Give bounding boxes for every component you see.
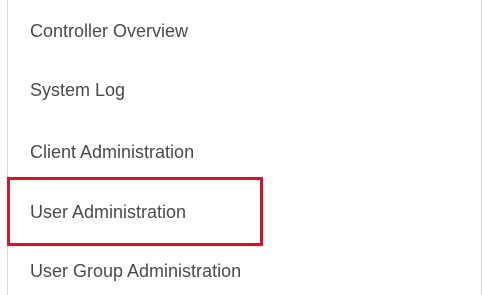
menu-item-client-administration[interactable]: Client Administration [30,137,194,167]
menu-item-system-log[interactable]: System Log [30,75,125,105]
navigation-menu: Controller Overview System Log Client Ad… [7,0,482,295]
highlight-box [7,177,263,246]
menu-item-controller-overview[interactable]: Controller Overview [30,16,188,46]
menu-item-user-group-administration[interactable]: User Group Administration [30,256,241,286]
